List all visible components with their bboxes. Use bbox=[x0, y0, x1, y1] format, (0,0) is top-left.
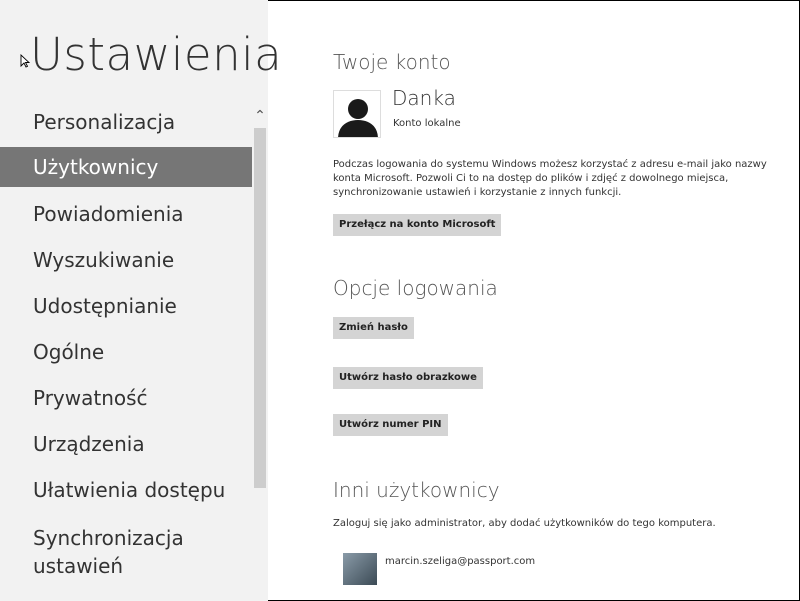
switch-to-microsoft-account-button[interactable]: Przełącz na konto Microsoft bbox=[333, 214, 502, 236]
account-type: Konto lokalne bbox=[393, 118, 461, 129]
create-pin-button[interactable]: Utwórz numer PIN bbox=[333, 414, 448, 436]
sidebar-item-wyszukiwanie[interactable]: Wyszukiwanie bbox=[0, 240, 252, 280]
account-name: Danka bbox=[392, 86, 456, 110]
sidebar-item-powiadomienia[interactable]: Powiadomienia bbox=[0, 194, 252, 234]
sidebar-item-ulatwienia-dostepu[interactable]: Ułatwienia dostępu bbox=[0, 470, 252, 510]
sidebar-item-urzadzenia[interactable]: Urządzenia bbox=[0, 424, 252, 464]
main-content: Twoje konto Danka Konto lokalne Podczas … bbox=[268, 0, 800, 601]
sidebar-item-label-line2: ustawień bbox=[33, 554, 124, 578]
account-description-line: konta Microsoft. Pozwoli Ci to na dostęp… bbox=[333, 173, 729, 184]
create-picture-password-button[interactable]: Utwórz hasło obrazkowe bbox=[333, 367, 483, 389]
user-photo bbox=[343, 553, 377, 585]
user-email: marcin.szeliga@passport.com bbox=[385, 556, 536, 567]
account-description-line: synchronizowanie ustawień i korzystanie … bbox=[333, 187, 622, 198]
avatar[interactable] bbox=[333, 90, 381, 138]
sidebar-item-uzytkownicy[interactable]: Użytkownicy bbox=[0, 147, 252, 187]
mouse-cursor-icon bbox=[20, 54, 30, 68]
sidebar-item-ogolne[interactable]: Ogólne bbox=[0, 332, 252, 372]
scrollbar-thumb[interactable] bbox=[254, 128, 266, 488]
app-title: Ustawienia bbox=[30, 28, 283, 81]
scroll-up-arrow-icon[interactable]: ⌃ bbox=[252, 108, 268, 124]
sidebar: Ustawienia Personalizacja Użytkownicy Po… bbox=[0, 0, 282, 601]
sidebar-item-udostepnianie[interactable]: Udostępnianie bbox=[0, 286, 252, 326]
sidebar-item-label-line1: Synchronizacja bbox=[33, 526, 184, 550]
section-title-signin-options: Opcje logowania bbox=[333, 276, 498, 300]
account-description-line: Podczas logowania do systemu Windows moż… bbox=[333, 159, 767, 170]
section-title-account: Twoje konto bbox=[333, 50, 451, 74]
user-silhouette-icon bbox=[334, 91, 380, 137]
other-users-description: Zaloguj się jako administrator, aby doda… bbox=[333, 518, 716, 529]
change-password-button[interactable]: Zmień hasło bbox=[333, 317, 414, 339]
sidebar-item-synchronizacja[interactable]: Synchronizacja ustawień bbox=[0, 520, 252, 584]
sidebar-item-prywatnosc[interactable]: Prywatność bbox=[0, 378, 252, 418]
section-title-other-users: Inni użytkownicy bbox=[333, 478, 500, 502]
sidebar-item-personalizacja[interactable]: Personalizacja bbox=[0, 102, 252, 142]
